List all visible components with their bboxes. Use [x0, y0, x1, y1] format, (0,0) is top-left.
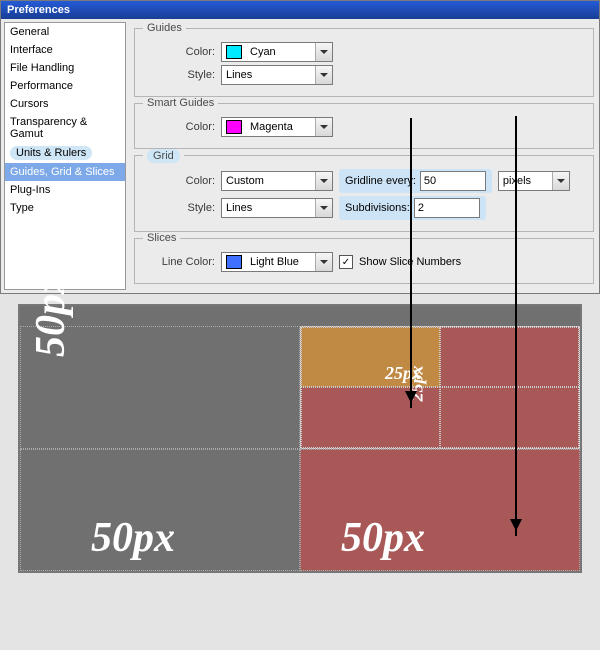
grid-illustration: 50px 50px 25px 25px 50px	[18, 304, 582, 573]
main-panel: Guides Color: Cyan Style: Lines	[129, 19, 599, 293]
grid-style-select[interactable]: Lines	[221, 198, 333, 218]
category-sidebar: GeneralInterfaceFile HandlingPerformance…	[4, 22, 126, 290]
gridline-input[interactable]	[420, 171, 486, 191]
slices-color-value: Light Blue	[246, 256, 315, 268]
guides-style-value: Lines	[222, 69, 315, 81]
grid-color-label: Color:	[143, 175, 215, 187]
guides-style-select[interactable]: Lines	[221, 65, 333, 85]
subdiv-input[interactable]	[414, 198, 480, 218]
slices-legend: Slices	[143, 232, 180, 244]
chevron-down-icon	[315, 172, 332, 190]
grid-color-value: Custom	[222, 175, 315, 187]
chevron-down-icon	[315, 199, 332, 217]
show-slice-numbers-checkbox[interactable]: ✓	[339, 255, 353, 269]
slices-color-label: Line Color:	[143, 256, 215, 268]
smart-color-value: Magenta	[246, 121, 315, 133]
slices-color-select[interactable]: Light Blue	[221, 252, 333, 272]
grid-style-label: Style:	[143, 202, 215, 214]
subdivisions-field: Subdivisions:	[339, 196, 486, 220]
sidebar-item-file-handling[interactable]: File Handling	[5, 59, 125, 77]
preferences-window: Preferences GeneralInterfaceFile Handlin…	[0, 0, 600, 294]
grid-style-value: Lines	[222, 202, 315, 214]
grid-unit-select[interactable]: pixels	[498, 171, 570, 191]
grid-color-select[interactable]: Custom	[221, 171, 333, 191]
guides-legend: Guides	[143, 22, 186, 34]
chevron-down-icon	[315, 43, 332, 61]
smart-color-label: Color:	[143, 121, 215, 133]
label-25px-horiz: 25px	[385, 363, 421, 384]
guides-group: Guides Color: Cyan Style: Lines	[134, 28, 594, 97]
sidebar-item-interface[interactable]: Interface	[5, 41, 125, 59]
sidebar-item-plug-ins[interactable]: Plug-Ins	[5, 181, 125, 199]
smart-color-select[interactable]: Magenta	[221, 117, 333, 137]
sidebar-item-cursors[interactable]: Cursors	[5, 95, 125, 113]
grid-legend: Grid	[143, 149, 184, 163]
window-title: Preferences	[1, 1, 599, 19]
chevron-down-icon	[552, 172, 569, 190]
label-50px-left: 50px	[91, 514, 175, 562]
magenta-swatch	[226, 120, 242, 134]
guides-color-value: Cyan	[246, 46, 315, 58]
label-50px-vertical: 50px	[27, 273, 75, 357]
chevron-down-icon	[315, 118, 332, 136]
guides-style-label: Style:	[143, 69, 215, 81]
gridline-label: Gridline every:	[345, 175, 416, 187]
chevron-down-icon	[315, 253, 332, 271]
subdiv-label: Subdivisions:	[345, 202, 410, 214]
arrow-gridline	[515, 116, 517, 536]
sidebar-item-performance[interactable]: Performance	[5, 77, 125, 95]
slices-group: Slices Line Color: Light Blue ✓ Show Sli…	[134, 238, 594, 284]
sidebar-item-units-rulers[interactable]: Units & Rulers	[5, 143, 125, 163]
guides-color-label: Color:	[143, 46, 215, 58]
label-50px-right: 50px	[341, 514, 425, 562]
arrow-subdiv	[410, 118, 412, 408]
sidebar-item-general[interactable]: General	[5, 23, 125, 41]
lightblue-swatch	[226, 255, 242, 269]
smart-guides-group: Smart Guides Color: Magenta	[134, 103, 594, 149]
grid-unit-value: pixels	[499, 175, 552, 187]
grid-group: Grid Color: Custom Gridline every: pixel…	[134, 155, 594, 232]
cyan-swatch	[226, 45, 242, 59]
sidebar-item-type[interactable]: Type	[5, 199, 125, 217]
sidebar-item-transparency-gamut[interactable]: Transparency & Gamut	[5, 113, 125, 143]
gridline-every-field: Gridline every:	[339, 169, 492, 193]
guides-color-select[interactable]: Cyan	[221, 42, 333, 62]
smart-legend: Smart Guides	[143, 97, 218, 109]
chevron-down-icon	[315, 66, 332, 84]
sidebar-item-guides-grid-slices[interactable]: Guides, Grid & Slices	[5, 163, 125, 181]
